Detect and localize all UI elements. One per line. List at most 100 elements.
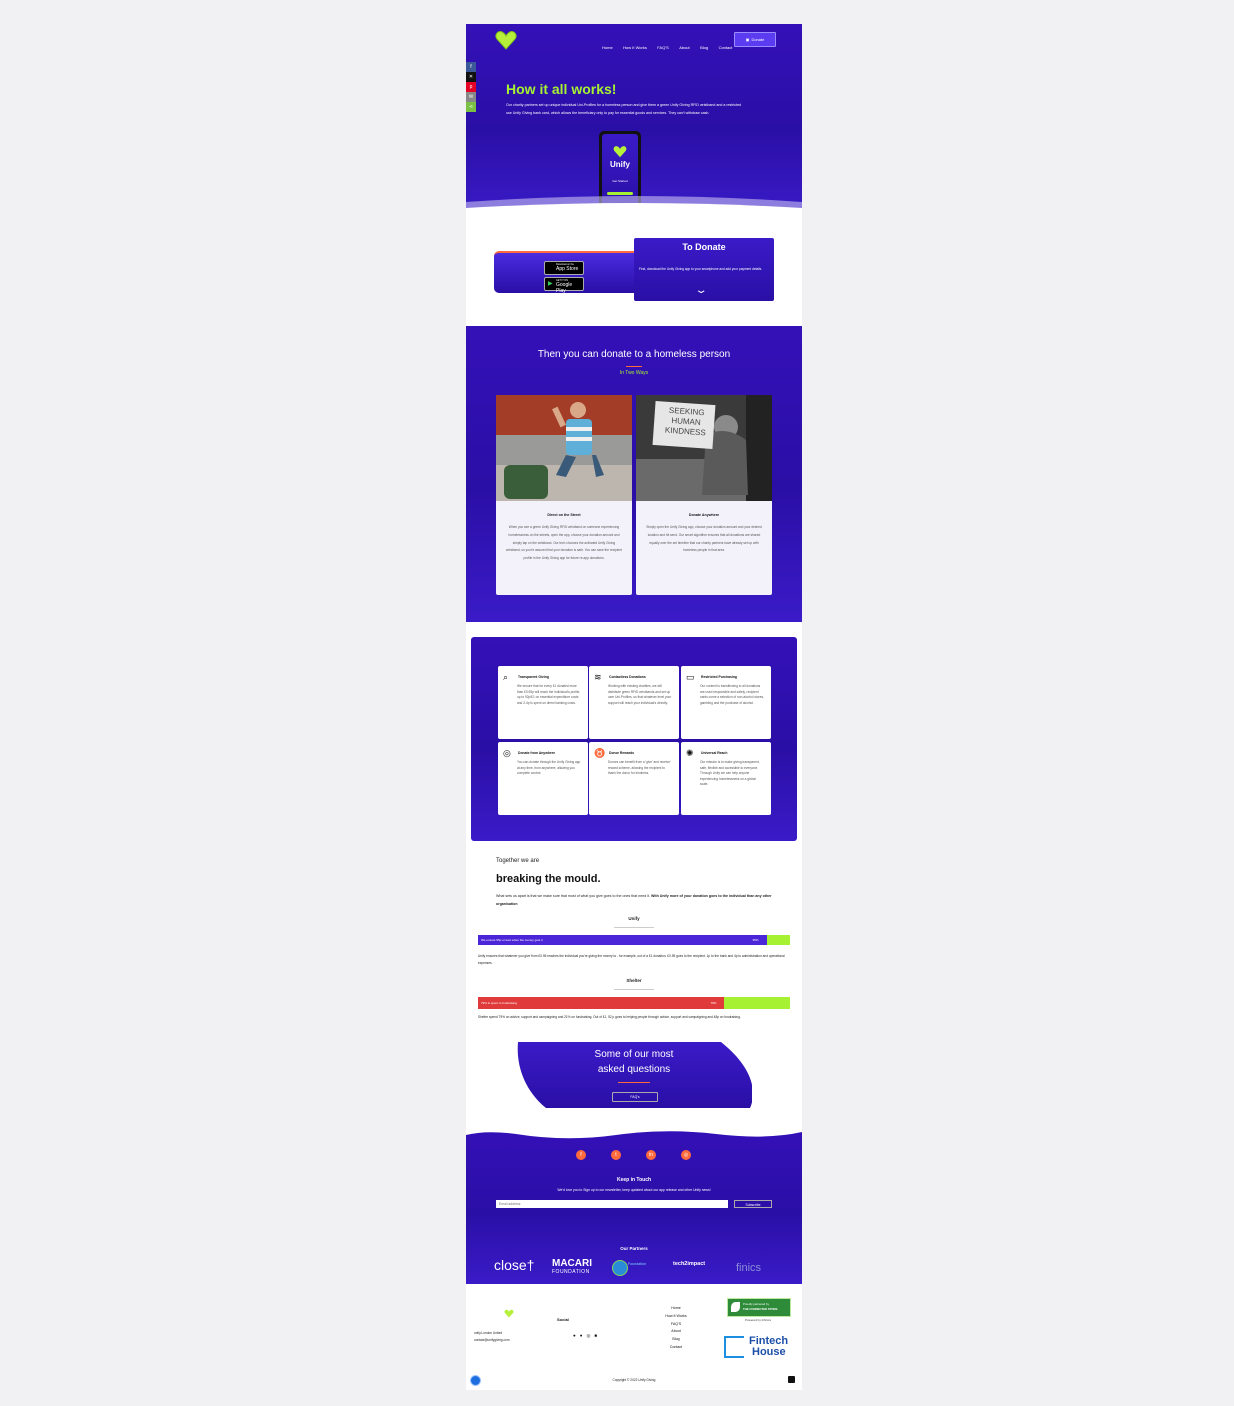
nav-contact[interactable]: Contact xyxy=(719,45,733,50)
footer-link-about[interactable]: About xyxy=(656,1328,696,1336)
two-ways-divider xyxy=(626,366,642,367)
way-card-anywhere-title: Donate Anywhere xyxy=(688,513,720,517)
email-input[interactable] xyxy=(496,1200,728,1208)
unify-note: Unify ensures that whatever you give fro… xyxy=(478,954,785,965)
footer-links: Home How It Works FAQ'S About Blog Conta… xyxy=(656,1305,696,1352)
footer-link-blog[interactable]: Blog xyxy=(656,1336,696,1344)
email-share-icon[interactable]: ✉ xyxy=(466,92,476,102)
shelter-bar-percent: 79% xyxy=(710,1001,717,1005)
unify-bar-percent: 95% xyxy=(752,938,759,942)
shelter-bar-text: 79% is spent to fundraising xyxy=(481,1001,518,1005)
partner-finics[interactable]: finics xyxy=(736,1262,761,1274)
mould-pre: Together we are xyxy=(496,858,540,864)
footer-heart-icon xyxy=(504,1309,514,1318)
app-store-box: Download on the App Store ▶ GET IT ON Go… xyxy=(494,251,642,294)
partner-macari-foundation: FOUNDATION xyxy=(552,1269,590,1275)
page: Home How It Works FAQ'S About Blog Conta… xyxy=(466,24,802,1390)
partners-title: Our Partners xyxy=(620,1246,648,1251)
feature-restricted-purchasing: ▭ Restricted Purchasing Our content is t… xyxy=(681,666,771,739)
shelter-note: Shelter spend 79% on advice, support and… xyxy=(478,1015,741,1019)
subscribe-button[interactable]: Subscribe xyxy=(734,1200,772,1208)
linkedin-icon[interactable]: in xyxy=(646,1150,656,1160)
google-play-button[interactable]: ▶ GET IT ON Google Play xyxy=(544,277,584,294)
twitter-icon[interactable]: t xyxy=(611,1150,621,1160)
calendar-icon: ▣ xyxy=(745,37,750,42)
shelter-bar-track: 79% is spent to fundraising 79% xyxy=(478,997,790,1009)
phone-heart-icon xyxy=(613,146,627,158)
way-card-direct-body: When you see a green Unify Giving RFID w… xyxy=(506,525,622,561)
main-nav: Home How It Works FAQ'S About Blog Conta… xyxy=(602,36,738,54)
footer-address-line2[interactable]: contact@unifygiving.com xyxy=(474,1338,509,1342)
faq-divider xyxy=(618,1082,650,1083)
footer-facebook-icon[interactable]: ● xyxy=(573,1333,580,1338)
share-icon[interactable]: ⋖ xyxy=(466,102,476,112)
reach-icon: ✺ xyxy=(686,748,694,758)
sign-text: SEEKING HUMAN KINDNESS xyxy=(664,405,707,438)
partner-foundation-logo-icon[interactable] xyxy=(612,1260,628,1276)
faq-title-line2: asked questions xyxy=(597,1064,671,1075)
footer-top-section: f t in ◎ Keep in Touch We'd love you to … xyxy=(466,1126,802,1284)
footer-address-line1: unify.London United xyxy=(474,1331,503,1335)
unify-bar-text: We ensure 95p or less when the money get… xyxy=(481,938,543,942)
footer-link-how-it-works[interactable]: How It Works xyxy=(656,1313,696,1321)
partner-closer[interactable]: close† xyxy=(494,1257,534,1273)
two-ways-subtitle: In Two Ways xyxy=(619,370,649,376)
footer-social-icons: ●●◎■ xyxy=(573,1333,601,1339)
two-ways-title: Then you can donate to a homeless person xyxy=(537,349,731,360)
footer-link-contact[interactable]: Contact xyxy=(656,1344,696,1352)
shelter-underline xyxy=(614,989,654,990)
feature-donor-rewards: ♉ Donor Rewards Donors can benefit from … xyxy=(589,742,679,815)
way-card-direct: Direct on the Street When you see a gree… xyxy=(496,395,632,595)
to-donate-box: To Donate First, download the Unify Givi… xyxy=(634,238,774,301)
hero-section: Home How It Works FAQ'S About Blog Conta… xyxy=(466,24,802,216)
hero-wave xyxy=(466,196,802,216)
fintech-house-logo[interactable]: Fintech House xyxy=(724,1334,794,1359)
unify-bar-track: We ensure 95p or less when the money get… xyxy=(478,935,790,945)
powered-by: Powered by Infinics xyxy=(744,1318,771,1322)
play-icon: ▶ xyxy=(548,281,553,287)
hero-body: Our charity partners set up unique indiv… xyxy=(506,103,742,115)
unify-underline xyxy=(614,927,654,928)
nav-faqs[interactable]: FAQ'S xyxy=(657,45,668,50)
feature-contactless-donations: ≋ Contactless Donations Working with exi… xyxy=(589,666,679,739)
way-card-anywhere: SEEKING HUMAN KINDNESS Donate Anywhere S… xyxy=(636,395,772,595)
partner-tech2impact[interactable]: tech2impact xyxy=(673,1261,705,1267)
wifi-icon: ≋ xyxy=(594,672,602,682)
footer-link-faqs[interactable]: FAQ'S xyxy=(656,1321,696,1329)
donate-button[interactable]: ▣ Donate xyxy=(734,32,776,47)
way-card-direct-title: Direct on the Street xyxy=(547,513,581,517)
facebook-icon[interactable]: f xyxy=(576,1150,586,1160)
instagram-icon[interactable]: ◎ xyxy=(681,1150,691,1160)
scroll-top-button[interactable] xyxy=(788,1376,795,1383)
medal-icon: ♉ xyxy=(594,748,606,758)
partner-badge[interactable]: Proudly partnered by THE CONNECTED STORE xyxy=(727,1298,791,1317)
heart-logo-icon[interactable] xyxy=(495,30,517,50)
partner-macari[interactable]: MACARI xyxy=(552,1258,592,1269)
faq-title-line1: Some of our most xyxy=(594,1049,674,1060)
x-share-icon[interactable]: ✕ xyxy=(466,72,476,82)
pinterest-share-icon[interactable]: p xyxy=(466,82,476,92)
features-section: ⌕ Transparent Giving We ensure that for … xyxy=(471,637,797,841)
leaf-icon xyxy=(731,1302,740,1312)
accessibility-icon[interactable] xyxy=(470,1375,481,1386)
card-icon: ▭ xyxy=(686,672,695,682)
fintech-fh-icon xyxy=(724,1336,744,1358)
nav-home[interactable]: Home xyxy=(602,45,613,50)
app-store-button[interactable]: Download on the App Store xyxy=(544,261,584,275)
faq-button[interactable]: FAQ's xyxy=(612,1092,658,1102)
keep-in-touch-body: We'd love you to Sign up to our newslett… xyxy=(557,1188,711,1192)
nav-about[interactable]: About xyxy=(679,45,689,50)
feature-universal-reach: ✺ Universal Reach Our mission is to make… xyxy=(681,742,771,815)
feature-transparent-giving: ⌕ Transparent Giving We ensure that for … xyxy=(498,666,588,739)
keep-in-touch-title: Keep in Touch xyxy=(616,1177,652,1183)
phone-brand: Unify xyxy=(610,160,630,169)
facebook-share-icon[interactable]: f xyxy=(466,62,476,72)
nav-blog[interactable]: Blog xyxy=(700,45,708,50)
nav-how-it-works[interactable]: How It Works xyxy=(623,45,647,50)
phone-get-started: Get Started xyxy=(612,179,628,183)
footer-link-home[interactable]: Home xyxy=(656,1305,696,1313)
footer-social-title: Social xyxy=(557,1317,569,1322)
chevron-down-icon[interactable]: ⌄ xyxy=(694,285,707,296)
fintech-logo-line2: House xyxy=(752,1346,786,1358)
footer-linkedin-icon[interactable]: ■ xyxy=(594,1333,601,1338)
